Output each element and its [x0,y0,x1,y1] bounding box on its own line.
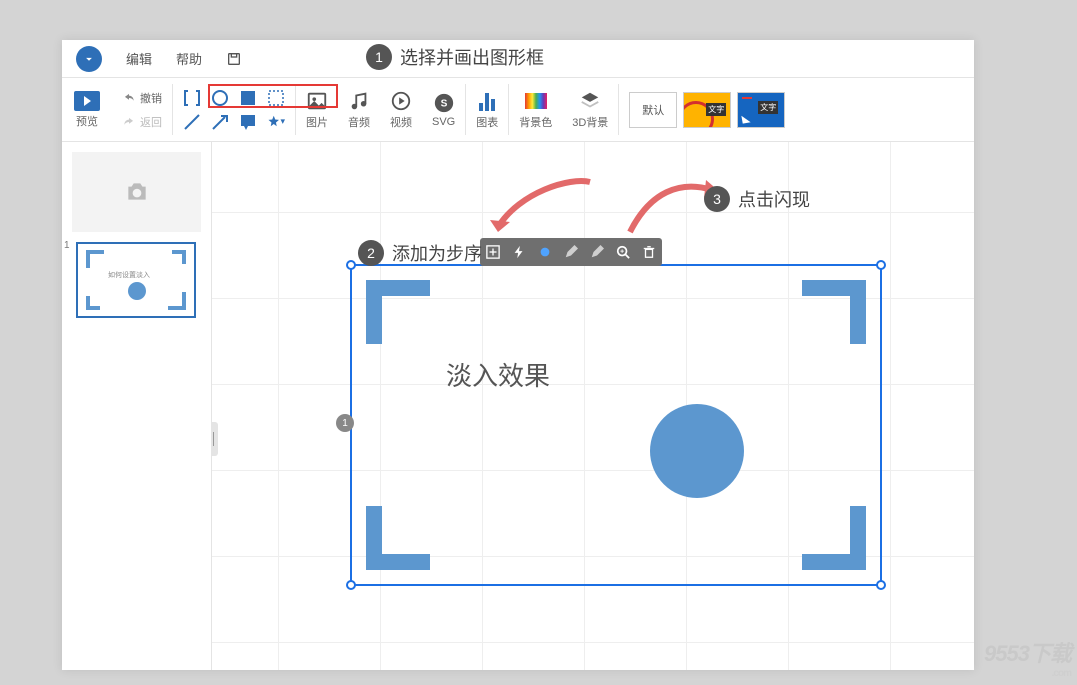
audio-label: 音频 [348,114,370,130]
workarea: 1 如何设置淡入 淡入效果 [62,142,974,670]
bracket-shape-button[interactable] [183,89,201,107]
watermark-main: 9553下载 [984,641,1071,666]
template-yellow[interactable]: 文字 [683,92,731,128]
shapes-group: ▾ [173,78,295,141]
svg-button[interactable]: S SVG [422,78,465,141]
bg3d-button[interactable]: 3D背景 [562,78,618,141]
frame-circle-shape [650,404,744,498]
menu-help[interactable]: 帮助 [176,49,202,68]
undo-redo-group: 撤销 返回 [112,78,172,141]
slide-number: 1 [64,240,70,251]
frame-bracket-tl [366,280,430,344]
template-blue[interactable]: 文字 [737,92,785,128]
canvas[interactable]: 淡入效果 1 [212,142,974,670]
camera-icon [124,179,150,205]
menu-edit[interactable]: 编辑 [126,49,152,68]
bgcolor-icon [525,90,547,112]
add-step-button[interactable] [486,245,500,259]
callout-2-number: 2 [358,240,384,266]
save-button[interactable] [226,51,242,67]
chart-label: 图表 [476,114,498,130]
audio-button[interactable]: 音频 [338,78,380,141]
frame-bracket-bl [366,506,430,570]
preview-label: 预览 [76,113,98,129]
marquee-shape-button[interactable] [267,89,285,107]
edit-pencil-button[interactable] [564,245,578,259]
arrow-shape-button[interactable] [211,113,229,131]
slide-panel: 1 如何设置淡入 [62,142,212,670]
image-icon [306,90,328,112]
template-tag-label: 文字 [706,103,726,116]
chart-icon [476,90,498,112]
slide-thumbnail-1[interactable]: 1 如何设置淡入 [72,242,201,318]
panel-collapse-handle[interactable] [212,422,218,456]
template-default-label: 默认 [642,102,664,118]
preview-group[interactable]: 预览 [62,78,112,141]
bgcolor-label: 背景色 [519,114,552,130]
svg-icon: S [433,92,455,114]
undo-icon [122,91,136,105]
video-icon [390,90,412,112]
image-label: 图片 [306,114,328,130]
video-button[interactable]: 视频 [380,78,422,141]
redo-button[interactable]: 返回 [122,114,162,130]
circle-shape-button[interactable] [211,89,229,107]
callout-1: 1 选择并画出图形框 [366,44,544,70]
callout-3-number: 3 [704,186,730,212]
image-button[interactable]: 图片 [296,78,338,141]
template-default[interactable]: 默认 [629,92,677,128]
resize-handle-tl[interactable] [346,260,356,270]
music-icon [348,90,370,112]
callout-3: 3 点击闪现 [704,186,810,212]
callout-2-text: 添加为步序 [392,240,482,266]
star-shape-button[interactable]: ▾ [267,113,285,131]
selected-shape-frame[interactable]: 淡入效果 1 [350,264,882,586]
play-icon [74,91,100,111]
frame-bracket-br [802,506,866,570]
app-logo-button[interactable] [76,46,102,72]
callout-3-text: 点击闪现 [738,186,810,212]
chevron-down-icon [82,52,96,66]
step-badge: 1 [336,414,354,432]
callout-1-number: 1 [366,44,392,70]
template-tag-label: 文字 [758,101,778,114]
svg-text:S: S [440,98,447,109]
redo-label: 返回 [140,114,162,130]
square-shape-button[interactable] [239,89,257,107]
toolbar: 预览 撤销 返回 ▾ [62,78,974,142]
resize-handle-tr[interactable] [876,260,886,270]
delete-button[interactable] [642,245,656,259]
mini-text: 如何设置淡入 [108,270,150,280]
svg-label: SVG [432,116,455,128]
edit-pencil2-button[interactable] [590,245,604,259]
bg3d-icon [579,90,601,112]
redo-icon [122,115,136,129]
resize-handle-bl[interactable] [346,580,356,590]
frame-text: 淡入效果 [446,356,550,393]
callout-shape-button[interactable] [239,113,257,131]
save-icon [226,51,242,67]
watermark-sub: .com [984,668,1071,679]
flash-button[interactable] [512,245,526,259]
callout-2: 2 添加为步序 [358,240,482,266]
bg3d-label: 3D背景 [572,114,608,130]
frame-bracket-tr [802,280,866,344]
zoom-button[interactable] [616,245,630,259]
templates-group: 默认 文字 文字 [619,78,795,141]
chart-button[interactable]: 图表 [466,78,508,141]
undo-label: 撤销 [140,90,162,106]
fade-circle-button[interactable] [538,245,552,259]
callout-1-text: 选择并画出图形框 [400,44,544,70]
undo-button[interactable]: 撤销 [122,90,162,106]
bgcolor-button[interactable]: 背景色 [509,78,562,141]
context-toolbar [480,238,662,266]
video-label: 视频 [390,114,412,130]
slide-mini-preview: 如何设置淡入 [76,242,196,318]
resize-handle-br[interactable] [876,580,886,590]
add-slide-placeholder[interactable] [72,152,201,232]
line-shape-button[interactable] [183,113,201,131]
watermark: 9553下载 .com [984,636,1071,679]
app-window: 编辑 帮助 预览 撤销 返回 [62,40,974,670]
